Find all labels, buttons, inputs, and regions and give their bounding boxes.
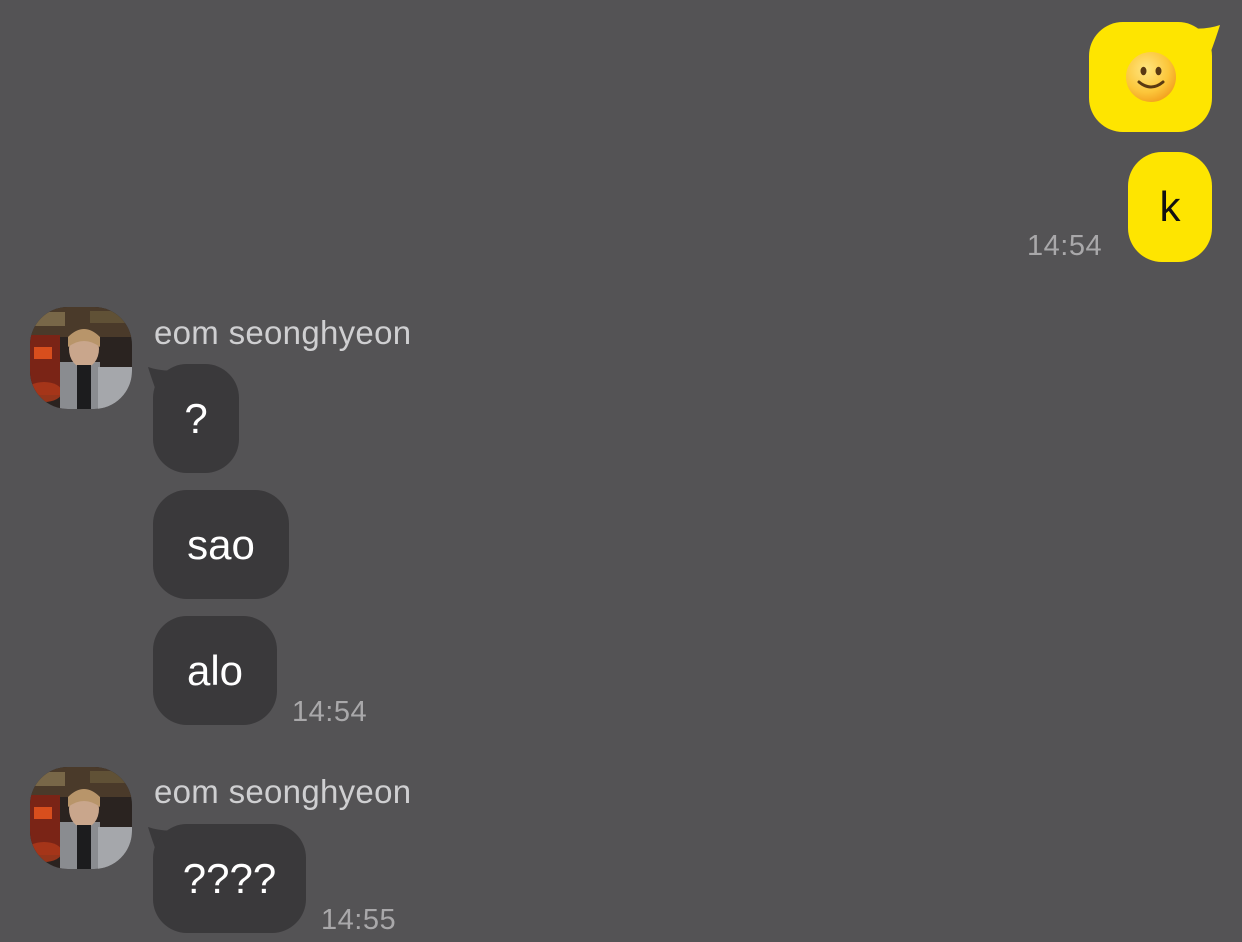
incoming-message[interactable]: ???? bbox=[153, 824, 306, 933]
outgoing-timestamp: 14:54 bbox=[1027, 230, 1103, 262]
sender-name: eom seonghyeon bbox=[154, 773, 412, 810]
outgoing-message-k[interactable]: k bbox=[1128, 152, 1212, 262]
avatar[interactable] bbox=[30, 307, 132, 409]
smiling-face-emoji-icon bbox=[1125, 52, 1176, 102]
incoming-message[interactable]: ? bbox=[153, 364, 239, 473]
incoming-timestamp: 14:55 bbox=[321, 904, 397, 936]
message-text: k bbox=[1159, 183, 1181, 230]
incoming-timestamp: 14:54 bbox=[292, 696, 368, 728]
sender-name: eom seonghyeon bbox=[154, 314, 412, 351]
message-text: ???? bbox=[182, 854, 277, 902]
incoming-message[interactable]: alo bbox=[153, 616, 277, 725]
outgoing-bubble-tail bbox=[1188, 25, 1220, 54]
message-text: alo bbox=[186, 646, 244, 694]
message-text: ? bbox=[184, 394, 208, 442]
incoming-message[interactable]: sao bbox=[153, 490, 289, 599]
profile-photo-avatar-icon bbox=[30, 307, 132, 409]
message-text: sao bbox=[187, 520, 255, 568]
profile-photo-avatar-icon bbox=[30, 767, 132, 869]
avatar[interactable] bbox=[30, 767, 132, 869]
